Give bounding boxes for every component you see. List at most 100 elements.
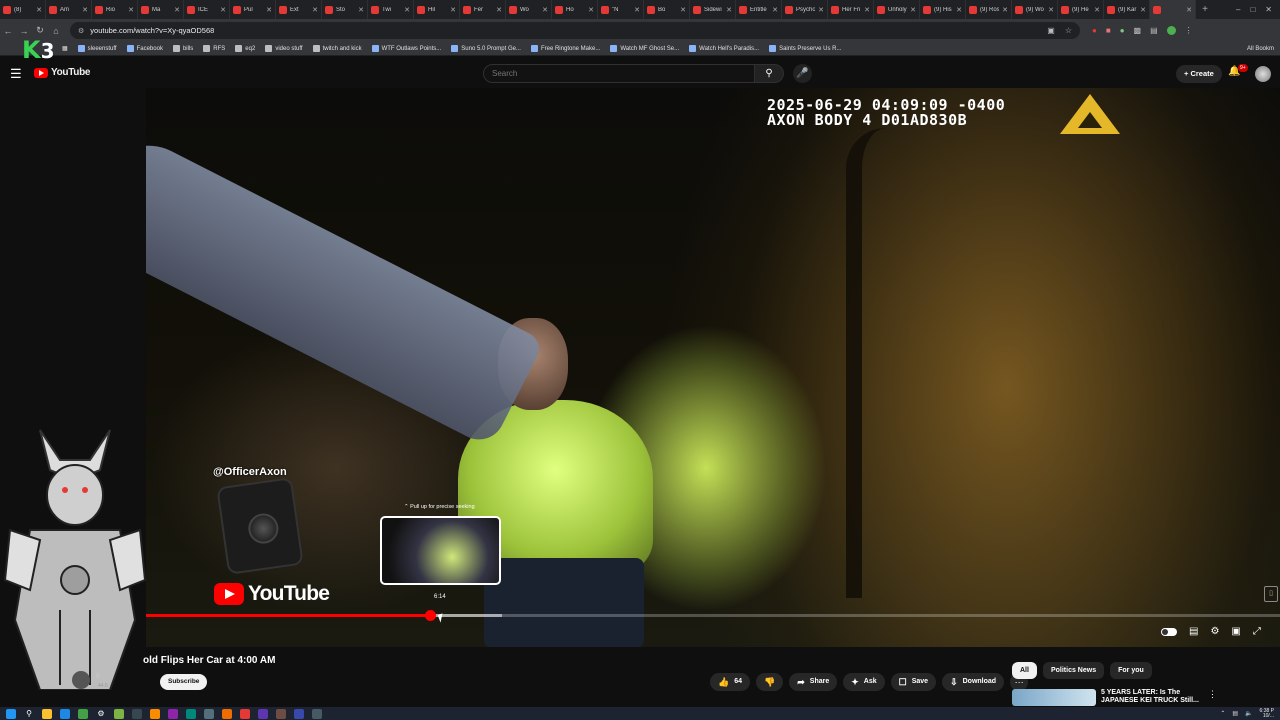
extension-icon[interactable]: ●: [1120, 26, 1125, 35]
puzzle-icon[interactable]: ▩: [1134, 26, 1142, 35]
clock[interactable]: 6:38 P 10/...: [1260, 708, 1274, 719]
site-info-icon[interactable]: ⚙: [78, 27, 84, 35]
tab-close-icon[interactable]: ✕: [680, 6, 686, 14]
download-button[interactable]: ⇩ Download: [942, 673, 1005, 691]
app-icon[interactable]: [150, 708, 160, 719]
cast-icon[interactable]: ▣: [1047, 26, 1055, 35]
fullscreen-icon[interactable]: ⤢: [1253, 626, 1261, 637]
browser-tab[interactable]: Rio ✕: [92, 0, 138, 19]
bookmark-item[interactable]: Suno 5.0 Prompt Ge...: [451, 45, 521, 52]
browser-tab[interactable]: Sto ✕: [322, 0, 368, 19]
app-icon[interactable]: [168, 708, 178, 719]
filter-chip[interactable]: All: [1012, 662, 1037, 679]
profile-icon[interactable]: [1166, 26, 1176, 35]
network-icon[interactable]: ▤: [1232, 710, 1238, 717]
tab-close-icon[interactable]: ✕: [956, 6, 962, 14]
browser-tab[interactable]: Twi ✕: [368, 0, 414, 19]
address-bar[interactable]: ⚙ youtube.com/watch?v=Xy-qyaOD568 ▣ ☆: [70, 22, 1080, 39]
browser-tab[interactable]: Psycho ✕: [782, 0, 828, 19]
bookmark-item[interactable]: Free Ringtone Make...: [530, 45, 600, 52]
bookmark-item[interactable]: bills: [172, 45, 193, 52]
browser-tab[interactable]: "N ✕: [598, 0, 644, 19]
browser-tab[interactable]: (9) He ✕: [1058, 0, 1104, 19]
browser-tab[interactable]: Ho ✕: [552, 0, 598, 19]
app-icon[interactable]: [78, 708, 88, 719]
browser-tab[interactable]: Fer ✕: [460, 0, 506, 19]
browser-tab[interactable]: (9) Ros ✕: [966, 0, 1012, 19]
video-player[interactable]: 2025-06-29 04:09:09 -0400 AXON BODY 4 D0…: [146, 88, 1280, 647]
like-button[interactable]: 👍 64: [710, 673, 751, 691]
recommended-more-icon[interactable]: ⋮: [1208, 689, 1217, 700]
browser-tab[interactable]: (9) Wo ✕: [1012, 0, 1058, 19]
app-icon[interactable]: [114, 708, 124, 719]
extension-icon[interactable]: ■: [1106, 26, 1111, 35]
save-button[interactable]: ☐ Save: [890, 673, 937, 691]
browser-tab[interactable]: Wo ✕: [506, 0, 552, 19]
create-button[interactable]: + Create: [1176, 65, 1222, 83]
file-explorer-icon[interactable]: [42, 708, 52, 719]
ask-button[interactable]: ✦ Ask: [843, 673, 885, 691]
tab-close-icon[interactable]: ✕: [1002, 6, 1008, 14]
tab-close-icon[interactable]: ✕: [36, 6, 42, 14]
browser-tab[interactable]: Ma ✕: [138, 0, 184, 19]
firefox-icon[interactable]: [222, 708, 232, 719]
captions-icon[interactable]: ▤: [1189, 626, 1198, 637]
search-button[interactable]: ⚲: [754, 64, 784, 83]
app-icon[interactable]: [258, 708, 268, 719]
bookmark-item[interactable]: Watch MF Ghost Se...: [610, 45, 679, 52]
tab-close-icon[interactable]: ✕: [1048, 6, 1054, 14]
browser-tab[interactable]: ICE ✕: [184, 0, 230, 19]
browser-tab[interactable]: Her Fri ✕: [828, 0, 874, 19]
bookmark-item[interactable]: eq2: [235, 45, 255, 52]
tab-close-icon[interactable]: ✕: [634, 6, 640, 14]
browser-tab[interactable]: (9) Kar ✕: [1104, 0, 1150, 19]
youtube-logo[interactable]: YouTube: [34, 67, 91, 78]
extension-icon[interactable]: ●: [1092, 26, 1097, 35]
miniplayer-icon[interactable]: ▣: [1231, 626, 1240, 637]
search-icon[interactable]: ⚲: [24, 709, 34, 719]
maximize-icon[interactable]: □: [1250, 5, 1255, 14]
settings-gear-icon[interactable]: ⚙: [1210, 626, 1219, 637]
hamburger-menu-icon[interactable]: ☰: [10, 67, 22, 80]
autoplay-toggle[interactable]: [1161, 627, 1177, 636]
share-button[interactable]: ➦ Share: [789, 673, 838, 691]
overlay-card-icon[interactable]: ▯: [1264, 586, 1278, 602]
windows-start-icon[interactable]: [6, 708, 16, 719]
account-avatar[interactable]: [1255, 66, 1271, 82]
tab-close-icon[interactable]: ✕: [358, 6, 364, 14]
browser-tab[interactable]: Sidewi ✕: [690, 0, 736, 19]
app-icon[interactable]: [276, 708, 286, 719]
tray-up-icon[interactable]: ⌃: [1220, 710, 1225, 717]
browser-tab[interactable]: Unholy ✕: [874, 0, 920, 19]
app-icon[interactable]: [312, 708, 322, 719]
bookmark-item[interactable]: sleeenstuff: [77, 45, 117, 52]
new-tab-button[interactable]: +: [1196, 4, 1214, 15]
tab-close-icon[interactable]: ✕: [496, 6, 502, 14]
back-icon[interactable]: ←: [0, 26, 16, 36]
app-icon[interactable]: [294, 708, 304, 719]
browser-menu-icon[interactable]: ⋮: [1185, 26, 1193, 35]
bookmark-item[interactable]: WTF Outlaws Points...: [371, 45, 441, 52]
search-input[interactable]: [483, 64, 755, 83]
tab-close-icon[interactable]: ✕: [82, 6, 88, 14]
app-icon[interactable]: [186, 708, 196, 719]
bookmark-item[interactable]: twitch and kick: [312, 45, 362, 52]
browser-tab[interactable]: Hil ✕: [414, 0, 460, 19]
steam-icon[interactable]: [132, 708, 142, 719]
tab-close-icon[interactable]: ✕: [910, 6, 916, 14]
bookmark-item[interactable]: RFS: [203, 45, 225, 52]
reload-icon[interactable]: ↻: [32, 25, 48, 36]
browser-tab[interactable]: ✕: [1150, 0, 1196, 19]
tab-close-icon[interactable]: ✕: [1140, 6, 1146, 14]
tab-close-icon[interactable]: ✕: [404, 6, 410, 14]
channel-avatar[interactable]: [72, 671, 90, 689]
progress-scrubber[interactable]: [425, 610, 436, 621]
forward-icon[interactable]: →: [16, 26, 32, 36]
recommended-video-thumbnail[interactable]: [1012, 689, 1096, 706]
recommended-video-title[interactable]: 5 YEARS LATER: Is The JAPANESE KEI TRUCK…: [1101, 689, 1201, 705]
filter-chip[interactable]: Politics News: [1042, 662, 1105, 679]
browser-tab[interactable]: Bo ✕: [644, 0, 690, 19]
tab-close-icon[interactable]: ✕: [312, 6, 318, 14]
tab-close-icon[interactable]: ✕: [864, 6, 870, 14]
sidebar-icon[interactable]: ▤: [1150, 26, 1158, 35]
